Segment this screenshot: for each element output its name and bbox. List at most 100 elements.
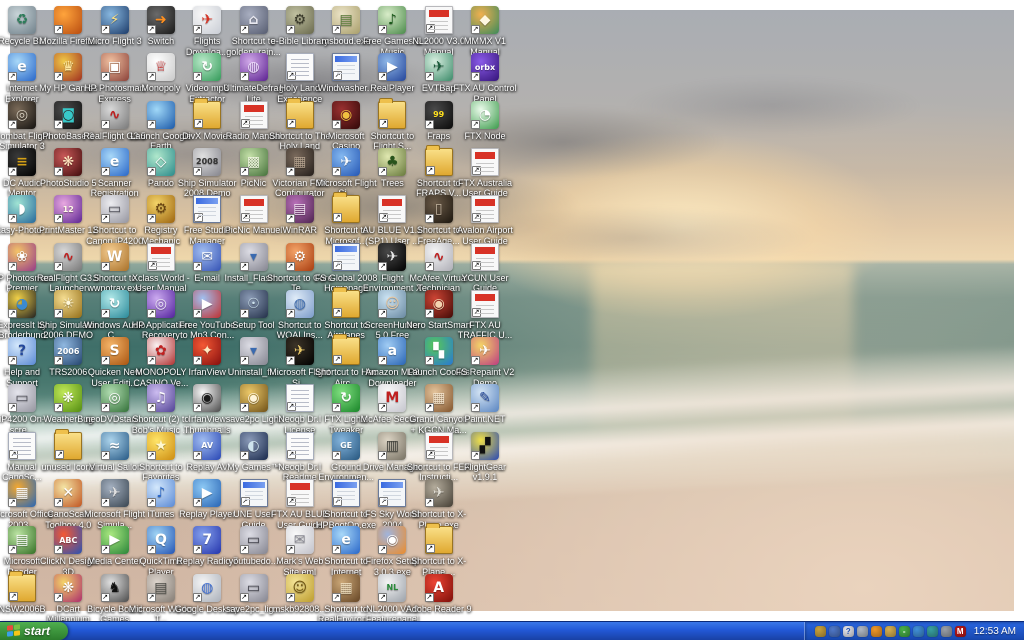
help-icon[interactable]: ?	[843, 626, 854, 637]
shortcut-arrow-icon: ↗	[378, 593, 387, 602]
app-icon: ⌂↗	[240, 6, 268, 34]
desktop-icon[interactable]: A↗Adobe Reader 9	[417, 574, 461, 615]
shortcut-arrow-icon: ↗	[54, 25, 63, 34]
desktop-icon[interactable]: ↗FTX Australia User Guide	[463, 148, 507, 199]
app-icon: ▾↗	[240, 243, 268, 271]
shortcut-arrow-icon: ↗	[426, 450, 435, 459]
shortcut-arrow-icon: ↗	[54, 498, 63, 507]
desktop-icon[interactable]: ▭↗iP4200 On-scre...	[0, 384, 44, 435]
desktop-icon[interactable]: ↻↗FTX Lights Tweaker	[324, 384, 368, 435]
shortcut-arrow-icon: ↗	[332, 593, 341, 602]
app-icon: ❋↗	[54, 384, 82, 412]
desktop-icon[interactable]: a↗Amazon MP3 Downloader	[370, 337, 414, 388]
quicktime-icon[interactable]	[871, 626, 882, 637]
display-icon[interactable]	[829, 626, 840, 637]
shortcut-arrow-icon: ↗	[193, 72, 202, 81]
desktop-icon[interactable]: ◎↗Combat Flight Simulator 3	[0, 101, 44, 152]
shortcut-arrow-icon: ↗	[8, 262, 17, 271]
desktop-icon[interactable]: ☺↗ScreenHunter 5.0 Free	[370, 290, 414, 341]
desktop-icon[interactable]: ↗Shortcut to X-Plane ...	[417, 526, 461, 577]
shortcut-arrow-icon: ↗	[378, 167, 387, 176]
desktop-icon[interactable]: ↗YCUN User Guide	[463, 243, 507, 294]
desktop-icon[interactable]: ✎↗Paint.NET	[463, 384, 507, 425]
app-icon: ♫↗	[147, 384, 175, 412]
shortcut-arrow-icon: ↗	[147, 25, 156, 34]
desktop-icon[interactable]: ▣↗HP Photosmart Express	[93, 53, 137, 104]
app-icon: A↗	[425, 574, 453, 602]
mcafee-icon[interactable]: M	[955, 626, 966, 637]
desktop-icon[interactable]: ◆↗MMMX V1 Manual	[463, 6, 507, 57]
app-icon: ↗	[332, 337, 360, 365]
shortcut-arrow-icon: ↗	[54, 72, 63, 81]
desktop-icon[interactable]: ★↗Shortcut to Favorites	[139, 432, 183, 483]
desktop-icon[interactable]: NL↗NL2000 V3.0 Featurepanel	[370, 574, 414, 625]
app-icon: ↻↗	[193, 53, 221, 81]
globe-icon[interactable]	[927, 626, 938, 637]
app-icon: ◕↗	[8, 290, 36, 318]
desktop-icon[interactable]: ▶↗Free YouTube to Mp3 Con...	[185, 290, 229, 341]
shortcut-arrow-icon: ↗	[425, 403, 434, 412]
app-icon: ↗	[193, 101, 221, 129]
app-icon: ↗	[425, 6, 453, 34]
desktop-icon[interactable]: ◉↗IrfanView Thumbnails	[185, 384, 229, 435]
status-icon[interactable]	[941, 626, 952, 637]
weatherbug-icon[interactable]	[913, 626, 924, 637]
desktop-icon[interactable]: ✈↗Microsoft Flight Si...	[324, 148, 368, 199]
desktop-icon[interactable]: ↗Xclass World - User Manual	[139, 243, 183, 294]
desktop-icon[interactable]: GE↗Ground Environmen...	[324, 432, 368, 483]
desktop-icon[interactable]: ↗Free Studio Manager	[185, 195, 229, 246]
desktop-icon[interactable]: ↗Avalon Airport User Guide	[463, 195, 507, 246]
desktop-icon[interactable]: ↗Holy Land Experience	[278, 53, 322, 104]
shortcut-arrow-icon: ↗	[240, 545, 249, 554]
desktop-icon[interactable]: ⌂↗Shortcut to golden_rain...	[232, 6, 276, 57]
app-icon: ↗	[286, 53, 314, 81]
desktop-icon[interactable]: ▦↗Grand Canyon + KGCN Ma...	[417, 384, 461, 435]
windows-xp-desktop: ♻Recycle Bin↗Mozilla Firefox⚡↗Micro Flig…	[0, 0, 1024, 640]
shortcut-arrow-icon: ↗	[240, 356, 249, 365]
desktop-icon[interactable]: e↗Scanner Registration	[93, 148, 137, 199]
tray-icon-group: ? - M	[815, 626, 966, 637]
desktop-icon[interactable]: ▞↗FlightGear v1.9.1	[463, 432, 507, 483]
desktop-icon[interactable]: ◔↗FTX Node	[463, 101, 507, 142]
desktop-icon[interactable]: ABC↗ClickN Design 3D	[46, 526, 90, 577]
paint-hand-icon[interactable]	[885, 626, 896, 637]
volume-icon[interactable]	[857, 626, 868, 637]
desktop-icon[interactable]: orbx↗FTX AU Control Panel	[463, 53, 507, 104]
desktop-icon[interactable]: ✿↗MONOPOLY CASINO Ve...	[139, 337, 183, 388]
desktop-icon[interactable]: ✈↗FS Repaint V2 Demo	[463, 337, 507, 388]
shortcut-arrow-icon: ↗	[425, 214, 434, 223]
desktop-icon[interactable]: ?↗Help and Support	[0, 337, 44, 388]
defrag-icon[interactable]: -	[899, 626, 910, 637]
app-icon: ➜↗	[147, 6, 175, 34]
key-icon[interactable]	[815, 626, 826, 637]
desktop-icon[interactable]: ✈↗Microsoft Flight Simula...	[93, 479, 137, 530]
shortcut-arrow-icon: ↗	[286, 593, 295, 602]
shortcut-arrow-icon: ↗	[241, 213, 250, 222]
shortcut-arrow-icon: ↗	[240, 72, 249, 81]
desktop-icon[interactable]: e↗Internet Explorer	[0, 53, 44, 104]
desktop-icon[interactable]: ↗Shortcut to Flight S...	[370, 101, 414, 152]
shortcut-arrow-icon: ↗	[147, 545, 156, 554]
desktop-icon[interactable]: ↗FTX AU TRAFFIC U...	[463, 290, 507, 341]
start-button[interactable]: start	[0, 622, 68, 640]
shortcut-arrow-icon: ↗	[287, 497, 296, 506]
app-icon: ▥↗	[378, 432, 406, 460]
desktop-icon[interactable]: ↗Launch Google Earth	[139, 101, 183, 152]
desktop-icon[interactable]: 2008↗Ship Simulator 2008 Demo	[185, 148, 229, 199]
taskbar-empty-area[interactable]	[68, 622, 804, 640]
desktop-icon[interactable]: Q↗QuickTime Player	[139, 526, 183, 577]
app-icon: ✈↗	[193, 6, 221, 34]
desktop-icon[interactable]: ▤↗Microsoft Works T...	[139, 574, 183, 625]
app-icon: ▭↗	[240, 526, 268, 554]
shortcut-arrow-icon: ↗	[147, 120, 156, 129]
desktop-icon[interactable]: ≡↗DC Audio Mentor	[0, 148, 44, 199]
app-icon: ↗	[240, 101, 268, 129]
app-icon: ↗	[425, 432, 453, 460]
app-icon: ↗	[286, 479, 314, 507]
desktop-icon[interactable]: ↗Manual CanoSc...	[0, 432, 44, 483]
app-icon: ◉↗	[332, 101, 360, 129]
shortcut-arrow-icon: ↗	[286, 262, 295, 271]
shortcut-arrow-icon: ↗	[193, 545, 202, 554]
app-icon: ∿↗	[425, 243, 453, 271]
app-icon: W↗	[101, 243, 129, 271]
